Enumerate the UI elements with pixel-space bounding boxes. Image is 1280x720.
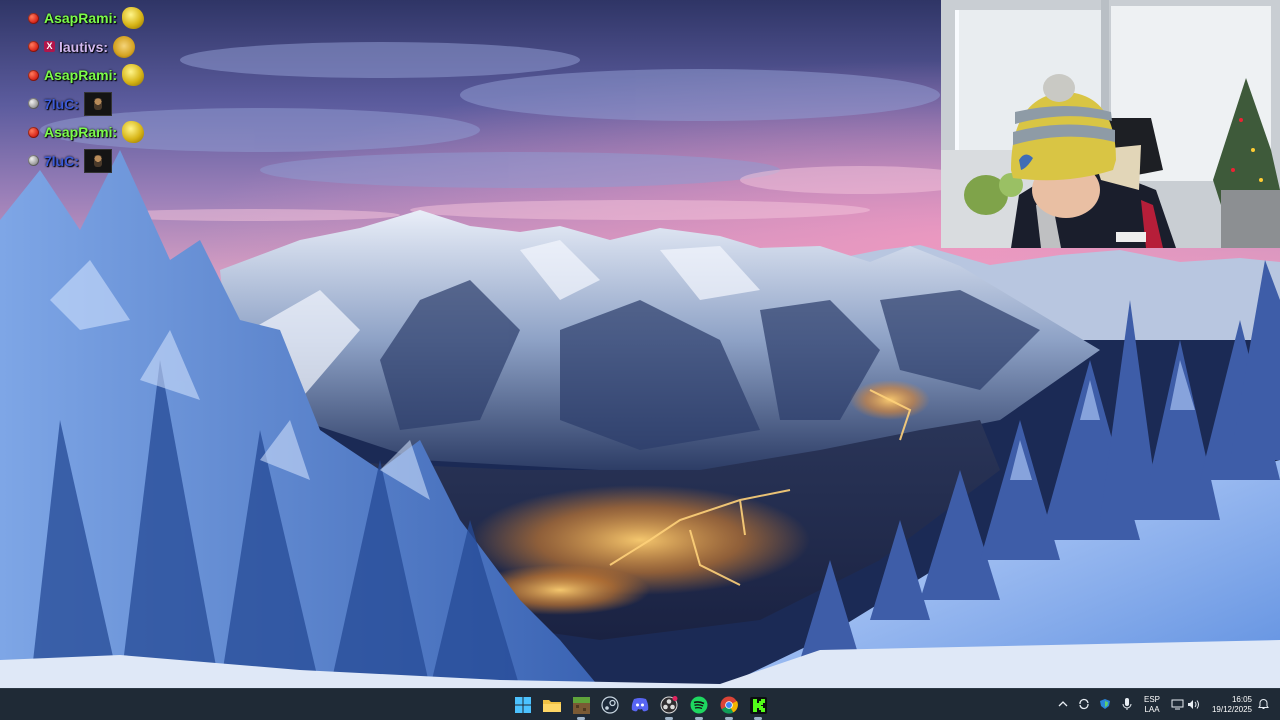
- steam-button[interactable]: [599, 694, 621, 716]
- spotify-button[interactable]: [688, 694, 710, 720]
- chrome-icon: [720, 696, 738, 714]
- kick-icon: [749, 696, 767, 714]
- microphone-icon[interactable]: [1120, 697, 1134, 711]
- file-explorer-button[interactable]: [541, 694, 563, 716]
- streamer-camera-feed: [941, 0, 1280, 248]
- obs-button[interactable]: [658, 694, 680, 720]
- folder-icon: [543, 700, 561, 712]
- mod-badge-icon: [28, 12, 39, 24]
- mod-badge-icon: [28, 41, 39, 53]
- discord-icon: [631, 698, 649, 712]
- dark-portrait-emote-icon: [84, 91, 112, 116]
- notification-bell-icon[interactable]: [1256, 697, 1270, 711]
- mod-badge-icon: [28, 69, 39, 81]
- keyboard-layout-code: LAA: [1144, 705, 1160, 714]
- subscriber-badge-icon: X: [44, 41, 55, 53]
- gold-pepe-emote-icon: [122, 7, 145, 30]
- obs-icon: [660, 696, 678, 714]
- minecraft-icon: [572, 696, 590, 714]
- chat-username: 7luC:: [44, 95, 79, 112]
- webcam-overlay: [941, 0, 1280, 248]
- network-icon[interactable]: [1170, 697, 1184, 711]
- cat-emote-icon: [113, 35, 136, 58]
- viewer-badge-icon: [28, 155, 39, 167]
- kick-button[interactable]: [747, 694, 769, 720]
- chat-message: AsapRami:: [28, 4, 228, 33]
- windows-taskbar: ESP LAA 16:05 19/12/2025: [0, 688, 1280, 720]
- chat-message: 7luC:: [28, 147, 228, 176]
- mod-badge-icon: [28, 126, 39, 138]
- chat-username: AsapRami:: [44, 67, 118, 84]
- input-language-indicator[interactable]: ESP LAA: [1140, 695, 1164, 715]
- chrome-button[interactable]: [718, 694, 740, 720]
- chat-username: 7luC:: [44, 152, 79, 169]
- chat-username: AsapRami:: [44, 124, 118, 141]
- language-code: ESP: [1143, 695, 1160, 704]
- stream-chat-overlay: AsapRami: X lautivs: AsapRami: 7luC: Asa…: [28, 4, 228, 175]
- chat-message: AsapRami:: [28, 118, 228, 147]
- minecraft-button[interactable]: [570, 694, 592, 720]
- sync-icon[interactable]: [1077, 697, 1091, 711]
- clock[interactable]: 16:05 19/12/2025: [1204, 695, 1252, 715]
- windows-icon: [515, 697, 531, 713]
- chat-message: 7luC:: [28, 90, 228, 119]
- start-button[interactable]: [512, 694, 534, 716]
- clock-time: 16:05: [1231, 695, 1252, 704]
- spotify-icon: [690, 696, 708, 714]
- chat-username: lautivs:: [59, 38, 109, 55]
- gold-pepe-emote-icon: [122, 64, 145, 87]
- security-shield-icon[interactable]: [1098, 697, 1112, 711]
- steam-icon: [601, 696, 619, 714]
- volume-icon[interactable]: [1186, 697, 1200, 711]
- chat-username: AsapRami:: [44, 10, 118, 27]
- chevron-up-icon[interactable]: [1056, 697, 1070, 711]
- viewer-badge-icon: [28, 98, 39, 110]
- gold-pepe-emote-icon: [122, 121, 145, 144]
- chat-message: AsapRami:: [28, 61, 228, 90]
- clock-date: 19/12/2025: [1211, 705, 1252, 714]
- discord-button[interactable]: [629, 694, 651, 716]
- dark-portrait-emote-icon: [84, 148, 112, 173]
- chat-message: X lautivs:: [28, 33, 228, 62]
